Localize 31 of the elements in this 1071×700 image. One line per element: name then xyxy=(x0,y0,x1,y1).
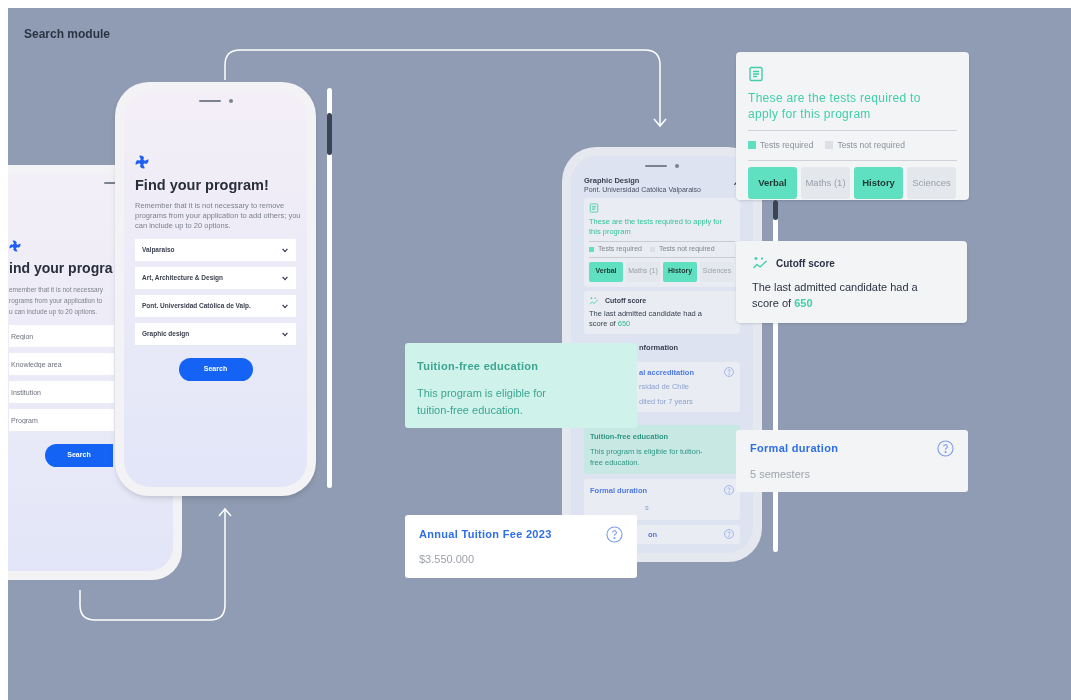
card-title: Formal duration xyxy=(750,441,839,456)
card-value: 5 semesters xyxy=(750,466,811,482)
sparkle-trend-icon xyxy=(589,295,599,306)
test-chip: Verbal xyxy=(748,166,797,199)
help-icon[interactable] xyxy=(606,526,623,543)
test-chip: History xyxy=(854,166,903,199)
help-icon[interactable] xyxy=(724,528,734,539)
legend-label: Tests not required xyxy=(837,139,905,152)
pinwheel-logo-icon xyxy=(9,240,21,252)
document-icon xyxy=(748,66,764,82)
scrollbar-thumb xyxy=(327,113,332,155)
cutoff-text: The last admitted candidate had a score of 650 xyxy=(752,280,919,311)
test-chip: Maths (1) xyxy=(801,166,850,199)
cutoff-title: Cutoff score xyxy=(776,256,835,271)
page-heading: ind your progra xyxy=(9,259,113,278)
pinwheel-logo-icon xyxy=(135,155,149,169)
card-text: This program is eligible for tuition-free education. xyxy=(417,385,547,418)
sparkle-trend-icon xyxy=(752,255,768,271)
page-heading: Find your program! xyxy=(135,176,270,195)
card-title: Tuition-free education xyxy=(417,359,540,374)
scrollbar-thumb xyxy=(773,200,778,220)
test-chip: Sciences xyxy=(907,166,956,199)
tests-title: These are the tests required to apply for this program xyxy=(748,90,922,122)
help-icon[interactable] xyxy=(937,440,954,457)
card-title: Annual Tuition Fee 2023 xyxy=(419,527,552,542)
help-icon[interactable] xyxy=(724,367,734,377)
legend-label: Tests required xyxy=(760,139,814,152)
document-icon xyxy=(589,203,599,213)
module-title: Search module xyxy=(24,26,111,43)
card-value: $3.550.000 xyxy=(419,551,476,567)
help-icon[interactable] xyxy=(724,485,734,495)
